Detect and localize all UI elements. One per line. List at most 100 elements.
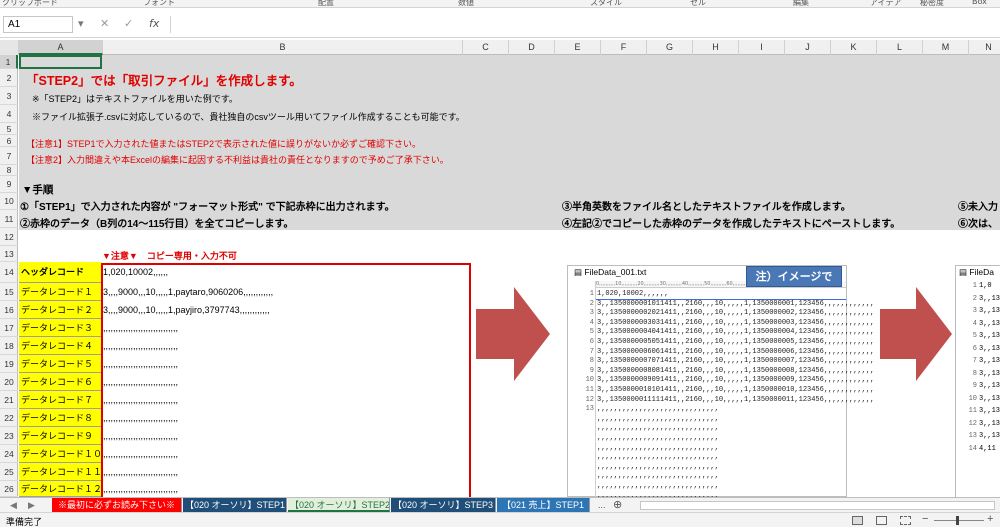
line-number: 9	[589, 366, 594, 375]
column-header-j[interactable]: J	[785, 40, 831, 55]
formula-bar: A1 ▾ ✕ ✓ fx	[0, 9, 1000, 38]
ribbon-group-label: 数値	[458, 0, 474, 7]
row-header-19[interactable]: 19	[0, 355, 18, 373]
next-sheet-icon[interactable]: ▶	[22, 498, 41, 512]
ribbon-group-label: セル	[690, 0, 706, 7]
row-header-21[interactable]: 21	[0, 391, 18, 409]
record-value[interactable]: ,,,,,,,,,,,,,,,,,,,,,,,,,,,,,,	[103, 337, 178, 355]
record-label: データレコード８	[19, 409, 101, 427]
record-value[interactable]: ,,,,,,,,,,,,,,,,,,,,,,,,,,,,,,	[103, 463, 178, 481]
normal-view-icon[interactable]	[852, 516, 863, 525]
add-sheet-icon[interactable]: ⊕	[607, 498, 628, 512]
cursor-line	[596, 299, 846, 300]
name-box-dropdown-icon[interactable]: ▾	[78, 17, 84, 30]
record-label: データレコード７	[19, 391, 101, 409]
record-value[interactable]: ,,,,,,,,,,,,,,,,,,,,,,,,,,,,,,	[103, 481, 178, 497]
cancel-icon[interactable]: ✕	[100, 17, 109, 30]
record-value[interactable]: ,,,,,,,,,,,,,,,,,,,,,,,,,,,,,,	[103, 445, 178, 463]
line-text: 3,,1350000008081411,,2160,,,10,,,,,1,135…	[597, 366, 875, 375]
row-header-6[interactable]: 6	[0, 135, 18, 147]
zoom-slider[interactable]	[934, 520, 984, 521]
line-text: ,,,,,,,,,,,,,,,,,,,,,,,,,,,,,	[597, 434, 719, 442]
insert-function-icon[interactable]: fx	[149, 17, 159, 30]
line-number: 12	[968, 419, 977, 428]
column-header-f[interactable]: F	[601, 40, 647, 55]
row-header-16[interactable]: 16	[0, 301, 18, 319]
select-all-corner[interactable]	[0, 40, 19, 55]
column-header-g[interactable]: G	[647, 40, 693, 55]
column-header-a[interactable]: A	[19, 40, 103, 55]
record-value[interactable]: ,,,,,,,,,,,,,,,,,,,,,,,,,,,,,,	[103, 355, 178, 373]
column-header-d[interactable]: D	[509, 40, 555, 55]
line-text: ,,,,,,,,,,,,,,,,,,,,,,,,,,,,,	[597, 443, 719, 452]
record-value[interactable]: 3,,,,9000,,,10,,,,,1,paytaro,9060206,,,,…	[103, 283, 273, 301]
column-header-i[interactable]: I	[739, 40, 785, 55]
sheet-tab[interactable]: 【020 オーソリ】STEP3	[391, 498, 496, 512]
sheet-tab[interactable]: 【021 売上】STEP1	[497, 498, 590, 512]
row-header-10[interactable]: 10	[0, 193, 18, 210]
record-value[interactable]: ,,,,,,,,,,,,,,,,,,,,,,,,,,,,,,	[103, 319, 178, 337]
line-number: 13	[585, 405, 594, 414]
row-header-8[interactable]: 8	[0, 165, 18, 176]
zoom-in-icon[interactable]: +	[987, 513, 993, 525]
row-header-9[interactable]: 9	[0, 176, 18, 193]
line-text: 3,,13	[979, 319, 1000, 328]
prev-sheet-icon[interactable]: ◀	[4, 498, 23, 512]
row-header-15[interactable]: 15	[0, 283, 18, 301]
record-value[interactable]: ,,,,,,,,,,,,,,,,,,,,,,,,,,,,,,	[103, 391, 178, 409]
sheet-tab[interactable]: 【020 オーソリ】STEP1	[183, 498, 287, 512]
record-value[interactable]: 3,,,,9000,,,10,,,,,1,payjiro,3797743,,,,…	[103, 301, 270, 319]
line-number: 5	[589, 328, 594, 337]
row-header-7[interactable]: 7	[0, 147, 18, 165]
row-header-1[interactable]: 1	[0, 55, 18, 69]
row-header-4[interactable]: 4	[0, 105, 18, 123]
column-header-n[interactable]: N	[969, 40, 1000, 55]
zoom-slider-thumb[interactable]	[956, 516, 959, 525]
row-header-23[interactable]: 23	[0, 427, 18, 445]
ribbon-group-label: クリップボード	[2, 0, 58, 7]
line-number: 10	[585, 376, 594, 385]
line-text: 3,,13	[979, 432, 1000, 440]
row-header-26[interactable]: 26	[0, 481, 18, 497]
row-header-22[interactable]: 22	[0, 409, 18, 427]
line-number: 6	[972, 344, 977, 353]
zoom-out-icon[interactable]: −	[922, 513, 928, 525]
row-header-13[interactable]: 13	[0, 246, 18, 262]
row-header-24[interactable]: 24	[0, 445, 18, 463]
status-text: 準備完了	[6, 517, 43, 527]
sheet-tab[interactable]: 【020 オーソリ】STEP2	[288, 498, 390, 512]
name-box[interactable]: A1	[3, 16, 73, 33]
row-header-3[interactable]: 3	[0, 87, 18, 105]
page-title: 「STEP2」では「取引ファイル」を作成します。	[26, 74, 302, 88]
column-header-k[interactable]: K	[831, 40, 877, 55]
formula-input[interactable]	[170, 16, 998, 33]
row-header-5[interactable]: 5	[0, 123, 18, 135]
column-header-l[interactable]: L	[877, 40, 923, 55]
page-layout-icon[interactable]	[876, 516, 887, 525]
column-header-b[interactable]: B	[103, 40, 463, 55]
line-text: 3,,13	[979, 294, 1000, 303]
row-header-17[interactable]: 17	[0, 319, 18, 337]
column-header-e[interactable]: E	[555, 40, 601, 55]
record-value[interactable]: ,,,,,,,,,,,,,,,,,,,,,,,,,,,,,,	[103, 373, 178, 391]
record-label: データレコード１０	[19, 445, 102, 463]
column-header-m[interactable]: M	[923, 40, 969, 55]
column-header-h[interactable]: H	[693, 40, 739, 55]
active-cell-a1[interactable]	[19, 55, 102, 69]
page-break-icon[interactable]	[900, 516, 911, 525]
record-value[interactable]: ,,,,,,,,,,,,,,,,,,,,,,,,,,,,,,	[103, 427, 178, 445]
sheet-tab[interactable]: ※最初に必ずお読み下さい※	[52, 498, 182, 512]
row-header-25[interactable]: 25	[0, 463, 18, 481]
image-callout: 注）イメージで	[746, 266, 842, 287]
row-header-20[interactable]: 20	[0, 373, 18, 391]
column-header-c[interactable]: C	[463, 40, 509, 55]
record-value[interactable]: 1,020,10002,,,,,,	[103, 262, 168, 283]
row-header-18[interactable]: 18	[0, 337, 18, 355]
record-value[interactable]: ,,,,,,,,,,,,,,,,,,,,,,,,,,,,,,	[103, 409, 178, 427]
horizontal-scrollbar[interactable]	[640, 501, 995, 510]
row-header-2[interactable]: 2	[0, 69, 18, 87]
enter-icon[interactable]: ✓	[124, 17, 133, 30]
row-header-14[interactable]: 14	[0, 262, 18, 283]
row-header-12[interactable]: 12	[0, 228, 18, 246]
row-header-11[interactable]: 11	[0, 210, 18, 228]
